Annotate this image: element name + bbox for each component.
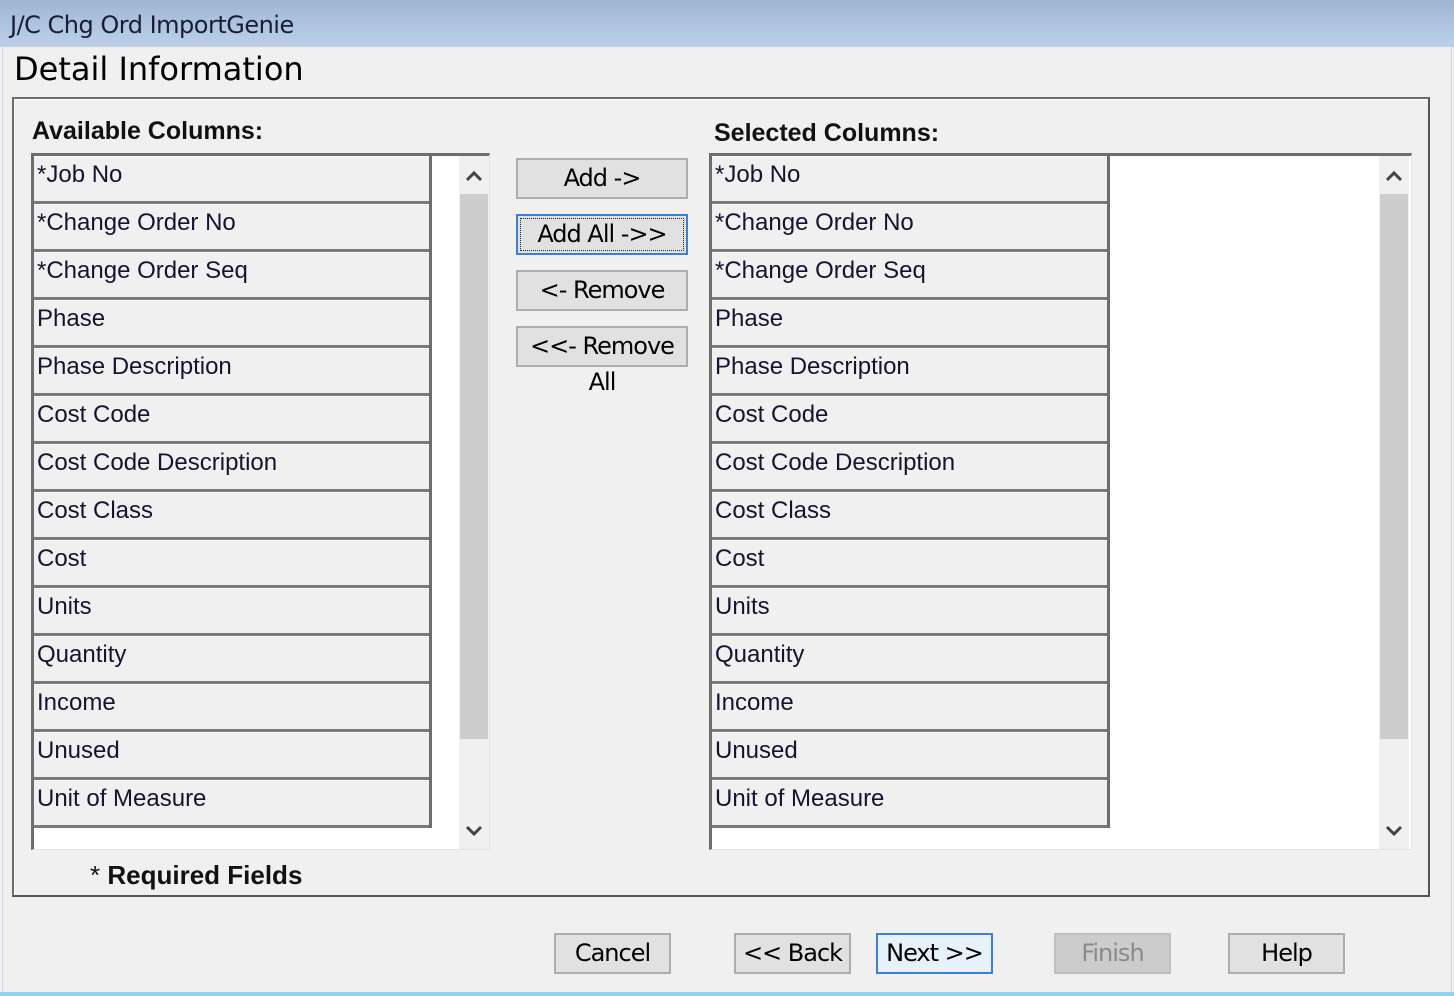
list-item[interactable]: Income <box>34 684 429 732</box>
add-all-button[interactable]: Add All ->> <box>516 214 688 255</box>
list-item[interactable]: Cost <box>34 540 429 588</box>
required-star: * <box>90 860 101 890</box>
list-item[interactable]: *Change Order Seq <box>34 252 429 300</box>
chevron-down-icon <box>465 825 483 837</box>
window-title: J/C Chg Ord ImportGenie <box>10 11 294 39</box>
next-button[interactable]: Next >> <box>876 933 993 974</box>
chevron-up-icon <box>1385 170 1403 182</box>
list-item[interactable]: *Change Order No <box>712 204 1107 252</box>
finish-button[interactable]: Finish <box>1054 933 1171 974</box>
list-item[interactable]: Quantity <box>34 636 429 684</box>
chevron-up-icon <box>465 170 483 182</box>
list-item[interactable]: Income <box>712 684 1107 732</box>
list-item[interactable]: Cost Code Description <box>712 444 1107 492</box>
list-item[interactable]: Quantity <box>712 636 1107 684</box>
chevron-down-icon <box>1385 825 1403 837</box>
window-bottom-border <box>0 992 1454 996</box>
list-item[interactable]: *Job No <box>34 156 429 204</box>
scroll-thumb[interactable] <box>460 194 488 739</box>
list-item[interactable]: Cost <box>712 540 1107 588</box>
back-button[interactable]: << Back <box>734 933 851 974</box>
finish-button-label: Finish <box>1081 939 1144 967</box>
list-item[interactable]: Cost Code Description <box>34 444 429 492</box>
selected-columns-list[interactable]: *Job No *Change Order No *Change Order Seq… <box>709 153 1412 850</box>
list-item[interactable]: *Change Order No <box>34 204 429 252</box>
list-item[interactable]: Cost Code <box>34 396 429 444</box>
list-item[interactable]: *Change Order Seq <box>712 252 1107 300</box>
list-item[interactable]: Phase Description <box>34 348 429 396</box>
list-item[interactable]: Phase Description <box>712 348 1107 396</box>
list-item[interactable]: Unit of Measure <box>712 780 1107 828</box>
title-bar: J/C Chg Ord ImportGenie <box>0 0 1454 47</box>
page-title: Detail Information <box>14 50 304 88</box>
back-button-label: << Back <box>742 939 843 967</box>
remove-button[interactable]: <- Remove <box>516 270 688 311</box>
selected-columns-label: Selected Columns: <box>714 119 940 147</box>
required-fields-note: * Required Fields <box>90 860 302 891</box>
selected-scrollbar[interactable] <box>1379 156 1409 849</box>
scroll-up-button[interactable] <box>1379 158 1409 194</box>
selected-columns-rows: *Job No *Change Order No *Change Order Seq… <box>712 156 1110 828</box>
help-button[interactable]: Help <box>1228 933 1345 974</box>
scroll-up-button[interactable] <box>459 158 489 194</box>
remove-all-button[interactable]: <<- Remove All <box>516 326 688 396</box>
scroll-down-button[interactable] <box>1379 813 1409 849</box>
available-columns-label: Available Columns: <box>32 117 264 145</box>
scroll-thumb[interactable] <box>1380 194 1408 739</box>
list-item[interactable]: *Job No <box>712 156 1107 204</box>
cancel-button[interactable]: Cancel <box>554 933 671 974</box>
list-item[interactable]: Cost Class <box>712 492 1107 540</box>
available-scrollbar[interactable] <box>459 156 489 849</box>
available-columns-rows: *Job No *Change Order No *Change Order Seq… <box>34 156 432 828</box>
add-button-label: Add -> <box>563 164 642 192</box>
next-button-label: Next >> <box>886 939 984 967</box>
remove-button-label: <- Remove <box>539 276 666 304</box>
available-columns-list[interactable]: *Job No *Change Order No *Change Order Seq… <box>31 153 490 850</box>
list-item[interactable]: Cost Code <box>712 396 1107 444</box>
cancel-button-label: Cancel <box>574 939 651 967</box>
list-item[interactable]: Unit of Measure <box>34 780 429 828</box>
list-item[interactable]: Phase <box>712 300 1107 348</box>
list-item[interactable]: Unused <box>712 732 1107 780</box>
list-item[interactable]: Units <box>34 588 429 636</box>
add-button[interactable]: Add -> <box>516 158 688 199</box>
list-item[interactable]: Phase <box>34 300 429 348</box>
help-button-label: Help <box>1261 939 1313 967</box>
list-item[interactable]: Units <box>712 588 1107 636</box>
required-fields-text: Required Fields <box>107 860 303 890</box>
list-item[interactable]: Unused <box>34 732 429 780</box>
scroll-down-button[interactable] <box>459 813 489 849</box>
list-item[interactable]: Cost Class <box>34 492 429 540</box>
focus-rectangle <box>520 218 684 251</box>
